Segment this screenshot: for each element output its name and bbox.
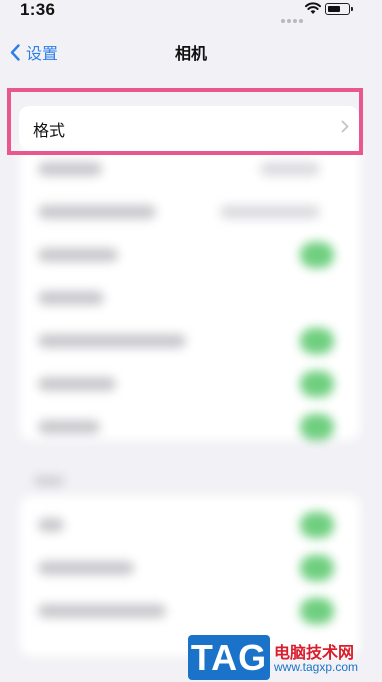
cellular-signal-icon	[281, 10, 305, 28]
blurred-row	[38, 291, 104, 305]
blurred-card-2	[20, 496, 360, 656]
blurred-row	[38, 334, 186, 348]
blurred-toggle	[300, 512, 334, 538]
blurred-row	[38, 518, 64, 532]
blurred-section-header	[34, 476, 64, 486]
battery-tip	[351, 7, 353, 11]
chevron-right-icon	[341, 120, 349, 138]
status-time: 1:36	[20, 0, 56, 19]
format-label: 格式	[33, 123, 66, 140]
back-label: 设置	[26, 46, 59, 63]
blurred-row-value	[220, 205, 320, 219]
format-row[interactable]: 格式	[19, 106, 359, 149]
blurred-row	[38, 377, 116, 391]
blurred-settings-list	[0, 140, 382, 682]
watermark-url: www.tagxp.com	[274, 660, 359, 674]
blurred-toggle	[300, 242, 334, 268]
blurred-toggle	[300, 598, 334, 624]
navigation-bar: 相机 设置	[0, 30, 382, 70]
blurred-row	[38, 604, 166, 618]
blurred-toggle	[300, 414, 334, 440]
blurred-toggle	[300, 328, 334, 354]
chevron-left-icon	[10, 43, 20, 61]
blurred-row	[38, 420, 100, 434]
battery-icon	[325, 3, 350, 15]
blurred-row	[38, 248, 118, 262]
back-button[interactable]: 设置	[10, 40, 58, 64]
blurred-row	[38, 205, 156, 219]
status-bar: 1:36	[0, 0, 382, 24]
blurred-row	[38, 561, 134, 575]
watermark-logo: TAG	[188, 635, 270, 680]
blurred-row	[38, 162, 102, 176]
wifi-icon	[305, 2, 321, 20]
blurred-row-value	[260, 162, 320, 176]
blurred-card-1	[20, 140, 360, 440]
blurred-toggle	[300, 371, 334, 397]
blurred-toggle	[300, 555, 334, 581]
